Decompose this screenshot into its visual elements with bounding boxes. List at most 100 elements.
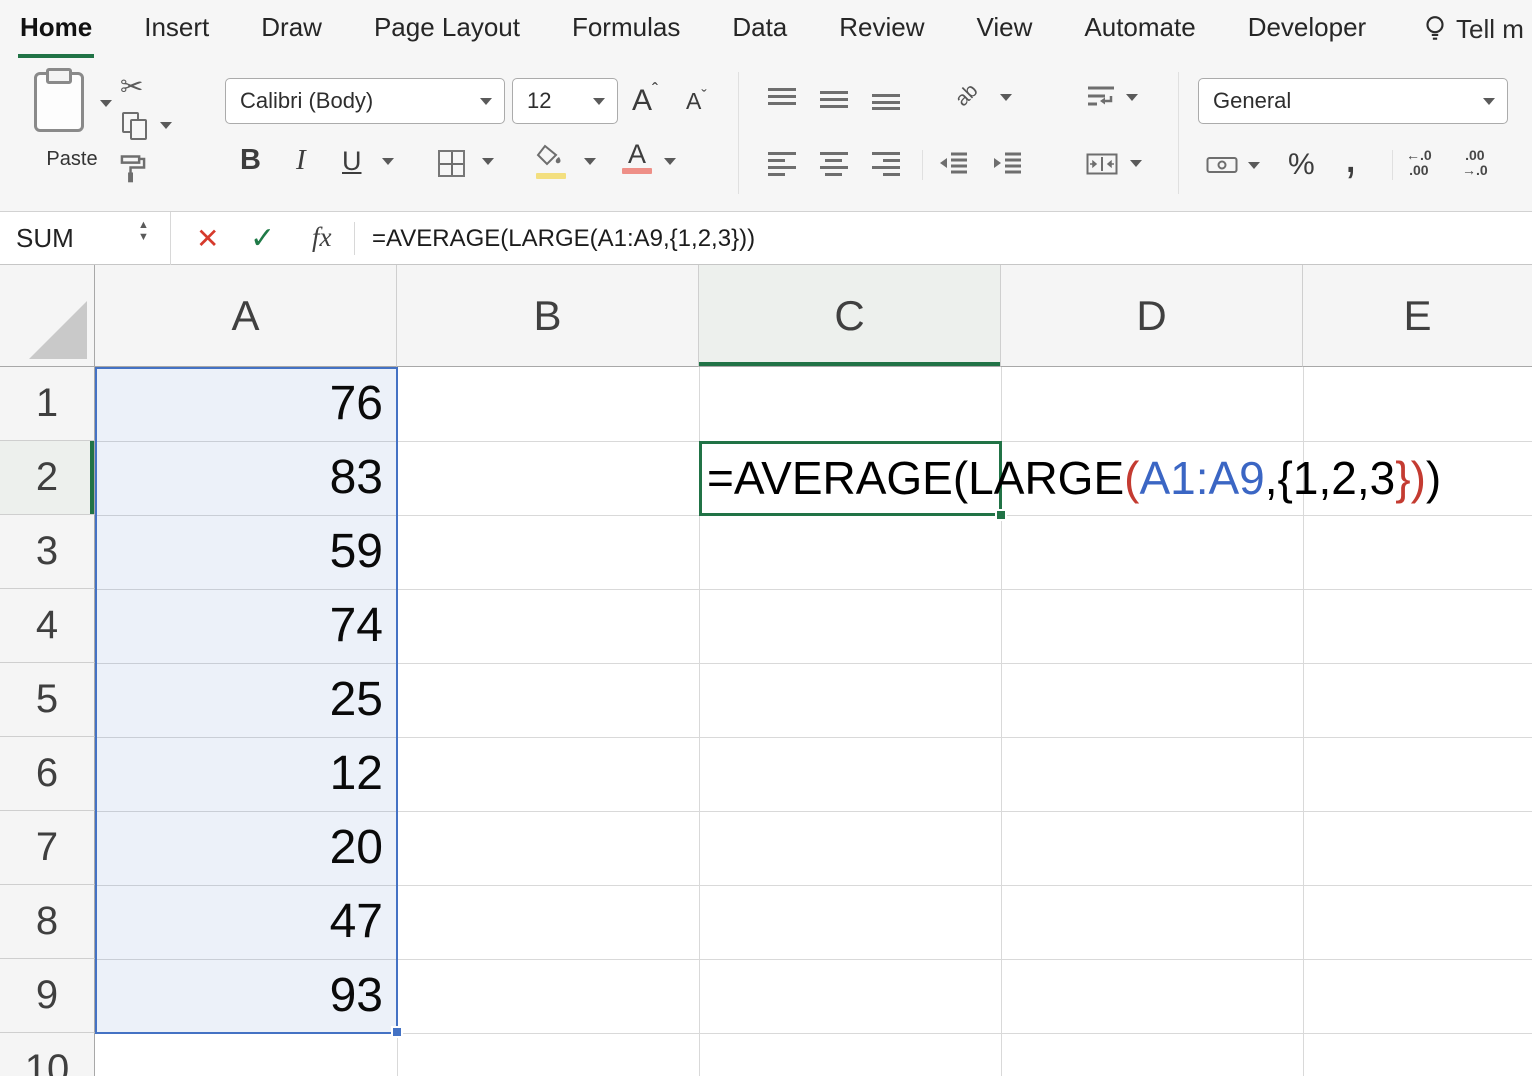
cell-a3[interactable]: 59 (95, 515, 397, 589)
name-box-stepper[interactable]: ▲ ▼ (138, 219, 149, 243)
row-header-5[interactable]: 5 (0, 663, 95, 737)
formula-bar-input[interactable]: =AVERAGE(LARGE(A1:A9,{1,2,3})) (372, 212, 755, 265)
row-header-10[interactable]: 10 (0, 1033, 95, 1076)
caret-up-icon: ˆ (652, 80, 659, 100)
shrink-font-button[interactable]: Aˇ (686, 88, 707, 115)
tab-view[interactable]: View (975, 0, 1035, 58)
cell-a5[interactable]: 25 (95, 663, 397, 737)
font-color-dropdown-icon[interactable] (664, 158, 676, 165)
fill-color-dropdown-icon[interactable] (584, 158, 596, 165)
align-top-button[interactable] (768, 86, 796, 110)
italic-button[interactable]: I (296, 144, 306, 177)
cut-button[interactable]: ✂ (120, 70, 143, 103)
shrink-font-glyph: A (686, 88, 702, 114)
cell-a8[interactable]: 47 (95, 885, 397, 959)
tab-page-layout[interactable]: Page Layout (372, 0, 522, 58)
column-header-e[interactable]: E (1303, 265, 1532, 367)
cell-a2[interactable]: 83 (95, 441, 397, 515)
tab-formulas[interactable]: Formulas (570, 0, 682, 58)
row-header-6[interactable]: 6 (0, 737, 95, 811)
merge-dropdown-icon[interactable] (1130, 160, 1142, 167)
column-header-b[interactable]: B (397, 265, 699, 367)
decrease-indent-button[interactable] (938, 152, 968, 181)
borders-button[interactable] (438, 150, 465, 177)
tab-automate[interactable]: Automate (1082, 0, 1197, 58)
borders-dropdown-icon[interactable] (482, 158, 494, 165)
copy-button[interactable] (122, 112, 150, 142)
comma-style-button[interactable]: , (1344, 133, 1357, 181)
increase-decimal-button[interactable]: ←.0 .00 (1406, 148, 1432, 178)
chevron-down-icon (1483, 97, 1495, 105)
font-color-button[interactable]: A (622, 140, 652, 174)
column-header-a[interactable]: A (95, 265, 397, 367)
orientation-button[interactable]: ab (951, 80, 990, 114)
decrease-decimal-bottom: →.0 (1462, 162, 1488, 178)
column-header-d[interactable]: D (1001, 265, 1303, 367)
cell-a7[interactable]: 20 (95, 811, 397, 885)
percent-style-button[interactable]: % (1288, 148, 1315, 182)
font-size-select[interactable]: 12 (512, 78, 618, 124)
bold-button[interactable]: B (240, 144, 261, 177)
name-box[interactable]: SUM (16, 212, 74, 265)
accounting-format-button[interactable] (1206, 154, 1238, 181)
increase-decimal-bottom: .00 (1409, 162, 1429, 178)
merge-center-icon (1086, 153, 1118, 175)
tab-review[interactable]: Review (837, 0, 926, 58)
cell-a1[interactable]: 76 (95, 367, 397, 441)
number-format-select[interactable]: General (1198, 78, 1508, 124)
cell-a6[interactable]: 12 (95, 737, 397, 811)
cancel-button[interactable]: ✕ (196, 212, 219, 265)
increase-indent-icon (994, 152, 1021, 174)
ribbon-tab-bar: Home Insert Draw Page Layout Formulas Da… (0, 0, 1532, 58)
enter-button[interactable]: ✓ (250, 212, 275, 265)
row-header-8[interactable]: 8 (0, 885, 95, 959)
tell-me-button[interactable]: Tell m (1424, 0, 1524, 58)
accounting-icon (1206, 157, 1238, 173)
underline-button[interactable]: U (342, 146, 362, 177)
cell-a4[interactable]: 74 (95, 589, 397, 663)
merge-center-button[interactable] (1086, 152, 1118, 181)
align-left-button[interactable] (768, 152, 796, 176)
row-header-9[interactable]: 9 (0, 959, 95, 1033)
accounting-dropdown-icon[interactable] (1248, 162, 1260, 169)
align-middle-button[interactable] (820, 86, 848, 110)
stepper-down-icon[interactable]: ▼ (138, 231, 149, 243)
orientation-dropdown-icon[interactable] (1000, 94, 1012, 101)
font-name-select[interactable]: Calibri (Body) (225, 78, 505, 124)
tab-draw[interactable]: Draw (259, 0, 324, 58)
paste-dropdown-icon[interactable] (100, 100, 112, 107)
group-separator (1178, 72, 1179, 194)
select-all-corner[interactable] (0, 265, 95, 367)
grow-font-button[interactable]: Aˆ (632, 80, 658, 118)
decrease-decimal-top: .00 (1465, 147, 1485, 163)
copy-dropdown-icon[interactable] (160, 122, 172, 129)
stepper-up-icon[interactable]: ▲ (138, 219, 149, 231)
format-painter-button[interactable] (118, 154, 148, 191)
increase-indent-button[interactable] (992, 152, 1022, 181)
group-separator (922, 150, 923, 180)
tab-insert[interactable]: Insert (142, 0, 211, 58)
row-header-2[interactable]: 2 (0, 441, 95, 515)
row-header-7[interactable]: 7 (0, 811, 95, 885)
align-bottom-button[interactable] (872, 86, 900, 110)
decrease-decimal-button[interactable]: .00 →.0 (1462, 148, 1488, 178)
wrap-text-button[interactable] (1086, 84, 1116, 115)
fill-color-button[interactable] (536, 144, 566, 179)
wrap-text-dropdown-icon[interactable] (1126, 94, 1138, 101)
insert-function-button[interactable]: fx (312, 212, 332, 265)
tab-developer[interactable]: Developer (1246, 0, 1369, 58)
row-header-4[interactable]: 4 (0, 589, 95, 663)
worksheet: 76 83 59 74 25 12 20 47 93 =AVERAGE(LARG… (0, 265, 1532, 1076)
tab-data[interactable]: Data (730, 0, 789, 58)
cell-a9[interactable]: 93 (95, 959, 397, 1033)
tab-home[interactable]: Home (18, 0, 95, 58)
align-center-button[interactable] (820, 152, 848, 176)
row-header-3[interactable]: 3 (0, 515, 95, 589)
clipboard-icon (34, 72, 84, 132)
column-header-c[interactable]: C (699, 265, 1001, 367)
row-header-1[interactable]: 1 (0, 367, 95, 441)
paste-button[interactable]: Paste (22, 68, 126, 184)
underline-dropdown-icon[interactable] (382, 158, 394, 165)
align-right-button[interactable] (872, 152, 900, 176)
cell-c2-formula[interactable]: =AVERAGE(LARGE(A1:A9,{1,2,3})) (707, 441, 1441, 515)
